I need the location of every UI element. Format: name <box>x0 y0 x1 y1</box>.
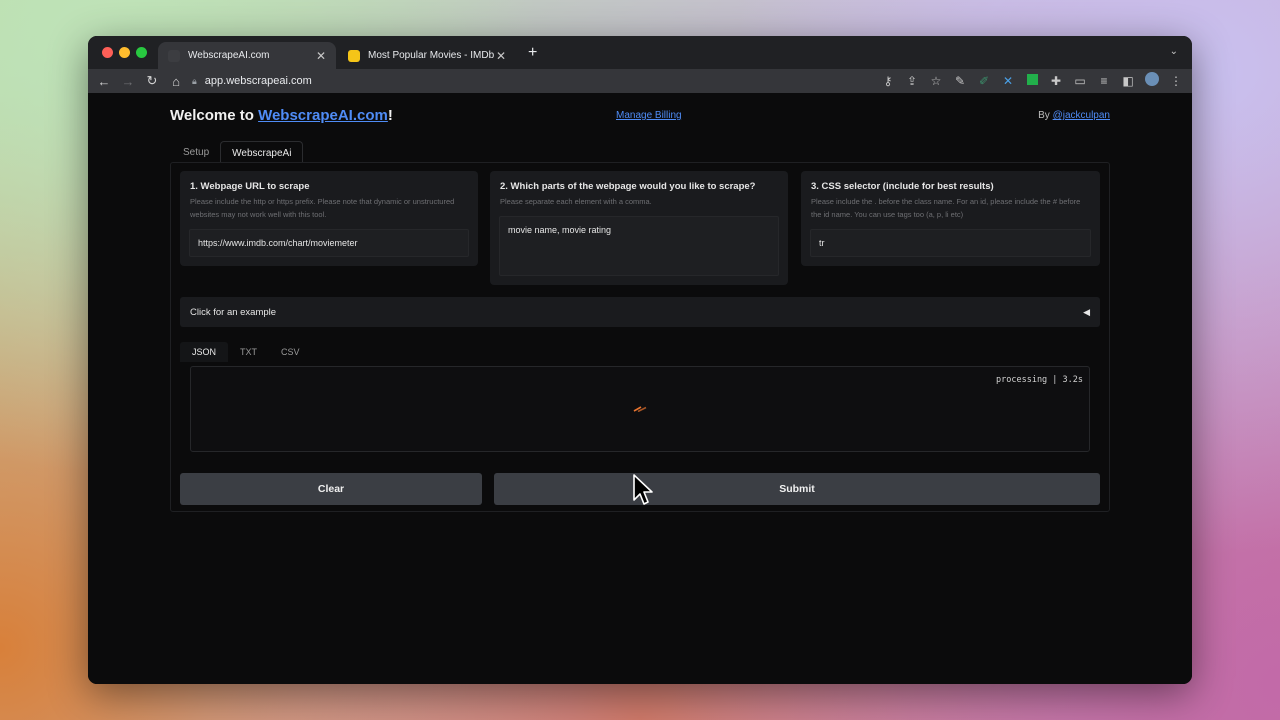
tab-strip: WebscrapeAI.com ✕ Most Popular Movies - … <box>88 36 1192 69</box>
reading-list-icon[interactable]: ≡ <box>1096 74 1112 88</box>
close-tab-icon[interactable]: ✕ <box>496 49 506 63</box>
avatar-icon[interactable] <box>1144 72 1160 89</box>
selector-card-help: Please include the . before the class na… <box>811 197 1081 219</box>
tab-csv[interactable]: CSV <box>269 342 312 362</box>
x-extension-icon[interactable]: ✕ <box>1000 74 1016 88</box>
browser-tab-webscrape[interactable]: WebscrapeAI.com ✕ <box>158 42 336 69</box>
selector-input[interactable]: tr <box>810 229 1091 257</box>
tab-title: WebscrapeAI.com <box>188 50 270 61</box>
output-box[interactable]: processing | 3.2s <box>190 366 1090 452</box>
brand-link[interactable]: WebscrapeAI.com <box>258 107 388 124</box>
lock-icon[interactable]: 🔒︎ <box>192 76 197 87</box>
url-card: 1. Webpage URL to scrape Please include … <box>180 171 478 266</box>
author-link[interactable]: @jackculpan <box>1053 110 1110 121</box>
back-arrow-icon[interactable]: ← <box>92 74 116 89</box>
puzzle-icon[interactable]: ✚ <box>1048 74 1064 88</box>
by-prefix: By <box>1038 110 1053 121</box>
welcome-prefix: Welcome to <box>170 107 259 124</box>
app-tabs: Setup WebscrapeAi <box>172 141 304 163</box>
kebab-icon[interactable]: ⋮ <box>1168 74 1184 88</box>
url-text[interactable]: app.webscrapeai.com <box>205 75 312 87</box>
examples-accordion[interactable]: Click for an example ◀ <box>180 297 1100 327</box>
page-title: Welcome to WebscrapeAI.com! <box>170 107 393 124</box>
star-icon[interactable]: ☆ <box>928 74 944 88</box>
forward-arrow-icon[interactable]: → <box>116 74 140 89</box>
mouse-pointer-icon <box>633 474 653 505</box>
minimize-window-button[interactable] <box>119 47 130 58</box>
parts-input[interactable]: movie name, movie rating <box>499 216 779 276</box>
webscrape-favicon-icon <box>168 49 180 62</box>
loading-spinner-icon <box>633 406 647 412</box>
imdb-favicon-icon <box>348 49 360 62</box>
format-tabs: JSON TXT CSV <box>180 342 312 362</box>
browser-tab-imdb[interactable]: Most Popular Movies - IMDb ✕ <box>338 42 516 69</box>
pen-icon[interactable]: ✎ <box>952 74 968 88</box>
reload-icon[interactable]: ↻ <box>140 73 164 89</box>
tab-json[interactable]: JSON <box>180 342 229 362</box>
parts-card-title: 2. Which parts of the webpage would you … <box>500 181 756 192</box>
window-controls <box>102 47 147 58</box>
byline: By @jackculpan <box>1038 110 1110 121</box>
selector-card-title: 3. CSS selector (include for best result… <box>811 181 994 192</box>
tab-search-chevron-icon[interactable]: ⌄ <box>1170 46 1178 57</box>
url-card-title: 1. Webpage URL to scrape <box>190 181 310 192</box>
share-icon[interactable]: ⇪ <box>904 74 920 88</box>
welcome-suffix: ! <box>387 107 393 124</box>
tab-txt[interactable]: TXT <box>228 342 269 362</box>
clear-button[interactable]: Clear <box>180 473 482 505</box>
tab-webscrapeai[interactable]: WebscrapeAi <box>220 141 304 163</box>
tab-title: Most Popular Movies - IMDb <box>368 50 495 61</box>
page-header: Welcome to WebscrapeAI.com! Manage Billi… <box>170 107 1110 129</box>
browser-window: WebscrapeAI.com ✕ Most Popular Movies - … <box>88 36 1192 684</box>
examples-label: Click for an example <box>190 306 277 318</box>
new-tab-button[interactable]: + <box>528 44 537 62</box>
sidepanel-icon[interactable]: ◧ <box>1120 74 1136 88</box>
stylus-icon[interactable]: ✐ <box>976 74 992 88</box>
web-page: Welcome to WebscrapeAI.com! Manage Billi… <box>88 93 1192 684</box>
scraper-panel: 1. Webpage URL to scrape Please include … <box>170 162 1110 512</box>
url-card-help: Please include the http or https prefix.… <box>190 197 455 219</box>
caret-left-icon[interactable]: ◀ <box>1083 307 1090 318</box>
tab-setup[interactable]: Setup <box>172 141 220 163</box>
browser-toolbar: ← → ↻ ⌂ 🔒︎ app.webscrapeai.com ⚷ ⇪ ☆ ✎ ✐… <box>88 69 1192 93</box>
home-icon[interactable]: ⌂ <box>164 74 188 89</box>
cast-icon[interactable]: ▭ <box>1072 74 1088 88</box>
processing-status: processing | 3.2s <box>996 375 1083 385</box>
close-window-button[interactable] <box>102 47 113 58</box>
manage-billing-link[interactable]: Manage Billing <box>616 110 682 121</box>
submit-button[interactable]: Submit <box>494 473 1100 505</box>
parts-card-help: Please separate each element with a comm… <box>500 197 652 206</box>
close-tab-icon[interactable]: ✕ <box>316 49 326 63</box>
key-icon[interactable]: ⚷ <box>880 74 896 88</box>
parts-card: 2. Which parts of the webpage would you … <box>490 171 788 285</box>
maximize-window-button[interactable] <box>136 47 147 58</box>
selector-card: 3. CSS selector (include for best result… <box>801 171 1100 266</box>
extensions-area: ⚷ ⇪ ☆ ✎ ✐ ✕ ✚ ▭ ≡ ◧ ⋮ <box>880 72 1184 89</box>
url-input[interactable]: https://www.imdb.com/chart/moviemeter <box>189 229 469 257</box>
green-extension-icon[interactable] <box>1024 73 1040 88</box>
